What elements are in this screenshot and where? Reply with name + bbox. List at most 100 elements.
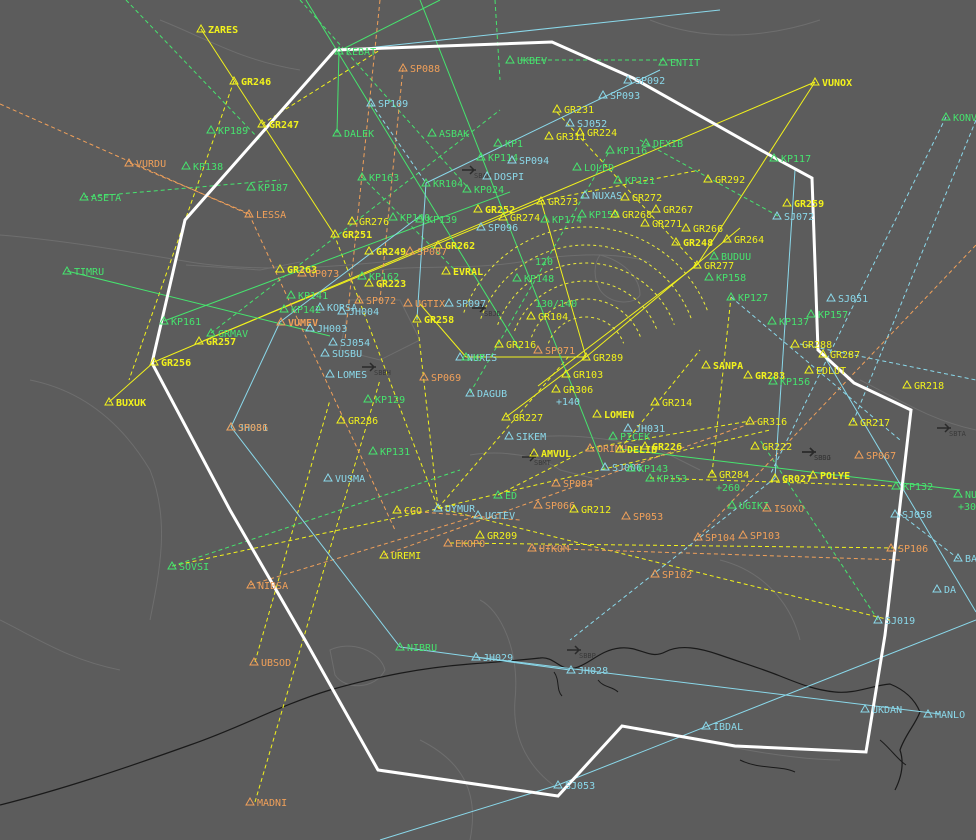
waypoint-sanpa[interactable]: SANPA: [701, 359, 743, 372]
waypoint-nujvo[interactable]: NUJVO: [953, 488, 976, 501]
waypoint-manlo[interactable]: MANLO: [923, 708, 965, 721]
waypoint-gr212[interactable]: GR212: [569, 503, 611, 516]
waypoint-isoxo[interactable]: ISOXO: [762, 502, 804, 515]
waypoint-kp138[interactable]: KP138: [181, 160, 223, 173]
waypoint-ugtev[interactable]: UGTEV: [473, 509, 515, 522]
waypoint-gr027[interactable]: GR027: [770, 472, 812, 485]
waypoint-gr218[interactable]: GR218: [902, 379, 944, 392]
waypoint-ukbev[interactable]: UKBEV: [505, 54, 547, 67]
waypoint-sikem[interactable]: SIKEM: [504, 430, 546, 443]
waypoint-sp103[interactable]: SP103: [738, 529, 780, 542]
waypoint-konvi[interactable]: KONVI: [941, 111, 976, 124]
waypoint-lomen[interactable]: LOMEN: [592, 408, 634, 421]
waypoint-nuxas[interactable]: NUXAS: [580, 189, 622, 202]
airport-icon[interactable]: SBBP: [567, 645, 596, 660]
waypoint-gr252[interactable]: GR252: [473, 203, 515, 216]
waypoint-jh028[interactable]: JH028: [566, 664, 608, 677]
waypoint-kp132[interactable]: KP132: [891, 480, 933, 493]
waypoint-gr276[interactable]: GR276: [347, 215, 389, 228]
waypoint-gr104[interactable]: GR104: [526, 310, 568, 323]
waypoint-gr272[interactable]: GR272: [620, 191, 662, 204]
waypoint-gr283[interactable]: GR283: [743, 369, 785, 382]
waypoint-gr288[interactable]: GR288: [790, 338, 832, 351]
waypoint-gr216[interactable]: GR216: [494, 338, 536, 351]
waypoint-kp114[interactable]: KP114: [476, 151, 518, 164]
waypoint-ugtix[interactable]: UGTIX: [403, 297, 445, 310]
waypoint-lessa[interactable]: LESSA: [244, 208, 286, 221]
waypoint-kp116[interactable]: KP116: [605, 144, 647, 157]
waypoint-kp141[interactable]: KP141: [286, 289, 328, 302]
waypoint-kp161[interactable]: KP161: [159, 315, 201, 328]
waypoint-sp097[interactable]: SP097: [444, 297, 486, 310]
waypoint-lomes[interactable]: LOMES: [325, 368, 367, 381]
waypoint-gr256[interactable]: GR256: [149, 356, 191, 369]
waypoint-sp069[interactable]: SP069: [419, 371, 461, 384]
waypoint-uremi[interactable]: UREMI: [379, 549, 421, 562]
waypoint-sj054[interactable]: SJ054: [328, 336, 370, 349]
airspace-map[interactable]: SBBHSBANSBMTSBSJSBTASBBPSBDGSBJD ZARESGR…: [0, 0, 976, 840]
waypoint-entit[interactable]: ENTIT: [658, 56, 700, 69]
waypoint-kp129[interactable]: KP129: [363, 393, 405, 406]
waypoint-gr227[interactable]: GR227: [501, 411, 543, 424]
waypoint-kp137[interactable]: KP137: [767, 315, 809, 328]
waypoint-timru[interactable]: TIMRU: [62, 265, 104, 278]
waypoint-madni[interactable]: MADNI: [245, 796, 287, 809]
waypoint-sp109[interactable]: SP109: [366, 97, 408, 110]
waypoint-gr251[interactable]: GR251: [330, 228, 372, 241]
waypoint-gr311[interactable]: GR311: [544, 130, 586, 143]
waypoint-edlut[interactable]: EDLUT: [804, 364, 846, 377]
waypoint-kp153[interactable]: KP153: [645, 472, 687, 485]
waypoint-gr222[interactable]: GR222: [750, 440, 792, 453]
waypoint-dalek[interactable]: DALEK: [332, 127, 374, 140]
waypoint-sj053[interactable]: SJ053: [553, 779, 595, 792]
waypoint-vunox[interactable]: VUNOX: [810, 76, 852, 89]
waypoint-kp174[interactable]: KP174: [540, 213, 582, 226]
waypoint-ukdan[interactable]: UKDAN: [860, 703, 902, 716]
waypoint-gr273[interactable]: GR273: [536, 195, 578, 208]
waypoint-ibdal[interactable]: IBDAL: [701, 720, 743, 733]
waypoint-sj051[interactable]: SJ051: [826, 292, 868, 305]
waypoint-ekopo[interactable]: EKOPO: [443, 537, 485, 550]
waypoint-ed[interactable]: ED: [493, 489, 517, 502]
waypoint-susbu[interactable]: SUSBU: [320, 347, 362, 360]
waypoint-kp148[interactable]: KP148: [512, 272, 554, 285]
waypoint-sp072[interactable]: SP072: [354, 294, 396, 307]
waypoint-baian[interactable]: BAIAN: [953, 552, 976, 565]
waypoint-kp189[interactable]: KP189: [206, 124, 248, 137]
waypoint-nibru[interactable]: NIBRU: [395, 641, 437, 654]
airport-icon[interactable]: SBDG: [802, 447, 831, 462]
waypoint-jh029[interactable]: JH029: [471, 651, 513, 664]
waypoint-kp159[interactable]: KP159: [577, 208, 619, 221]
waypoint-evral[interactable]: EVRAL: [441, 265, 483, 278]
waypoint-picek[interactable]: PICEK: [608, 430, 650, 443]
waypoint-gr306[interactable]: GR306: [551, 383, 593, 396]
waypoint-kr104[interactable]: KR104: [421, 177, 463, 190]
waypoint-gr266[interactable]: GR266: [681, 222, 723, 235]
waypoint-kp[interactable]: KP: [461, 351, 485, 364]
waypoint-zares[interactable]: ZARES: [196, 23, 238, 36]
waypoint-gr284[interactable]: GR284: [707, 468, 749, 481]
waypoint-sp088[interactable]: SP088: [398, 62, 440, 75]
waypoint-gr292[interactable]: GR292: [703, 173, 745, 186]
waypoint-vusma[interactable]: VUSMA: [323, 472, 365, 485]
waypoint-sj006[interactable]: SJ006: [600, 461, 642, 474]
waypoint-gr259[interactable]: GR259: [782, 197, 824, 210]
waypoint-sp086[interactable]: SP086: [226, 421, 268, 434]
waypoint-gr217[interactable]: GR217: [848, 416, 890, 429]
waypoint-gr248[interactable]: GR248: [671, 236, 713, 249]
waypoint-loled[interactable]: LOLED: [572, 161, 614, 174]
waypoint-kp024[interactable]: KP024: [462, 183, 504, 196]
waypoint-vurdu[interactable]: VURDU: [124, 157, 166, 170]
waypoint-gr258[interactable]: GR258: [412, 313, 454, 326]
radar-scope[interactable]: SBBH SBAN SBMT SBSJ SBTA SBBP SBDG SBJD ZARES GR…: [0, 0, 976, 840]
waypoint-cgo[interactable]: CGO: [392, 504, 422, 517]
waypoint-sp071[interactable]: SP071: [533, 344, 575, 357]
waypoint-kp157[interactable]: KP157: [806, 308, 848, 321]
waypoint-kp187[interactable]: KP187: [246, 181, 288, 194]
waypoint-sj072[interactable]: SJ072: [772, 210, 814, 223]
waypoint-aseta[interactable]: ASETA: [79, 191, 121, 204]
waypoint-sovsi[interactable]: SOVSI: [167, 560, 209, 573]
waypoint-da[interactable]: DA: [932, 583, 956, 596]
waypoint-sp067[interactable]: SP067: [854, 449, 896, 462]
waypoint-kp158[interactable]: KP158: [704, 271, 746, 284]
